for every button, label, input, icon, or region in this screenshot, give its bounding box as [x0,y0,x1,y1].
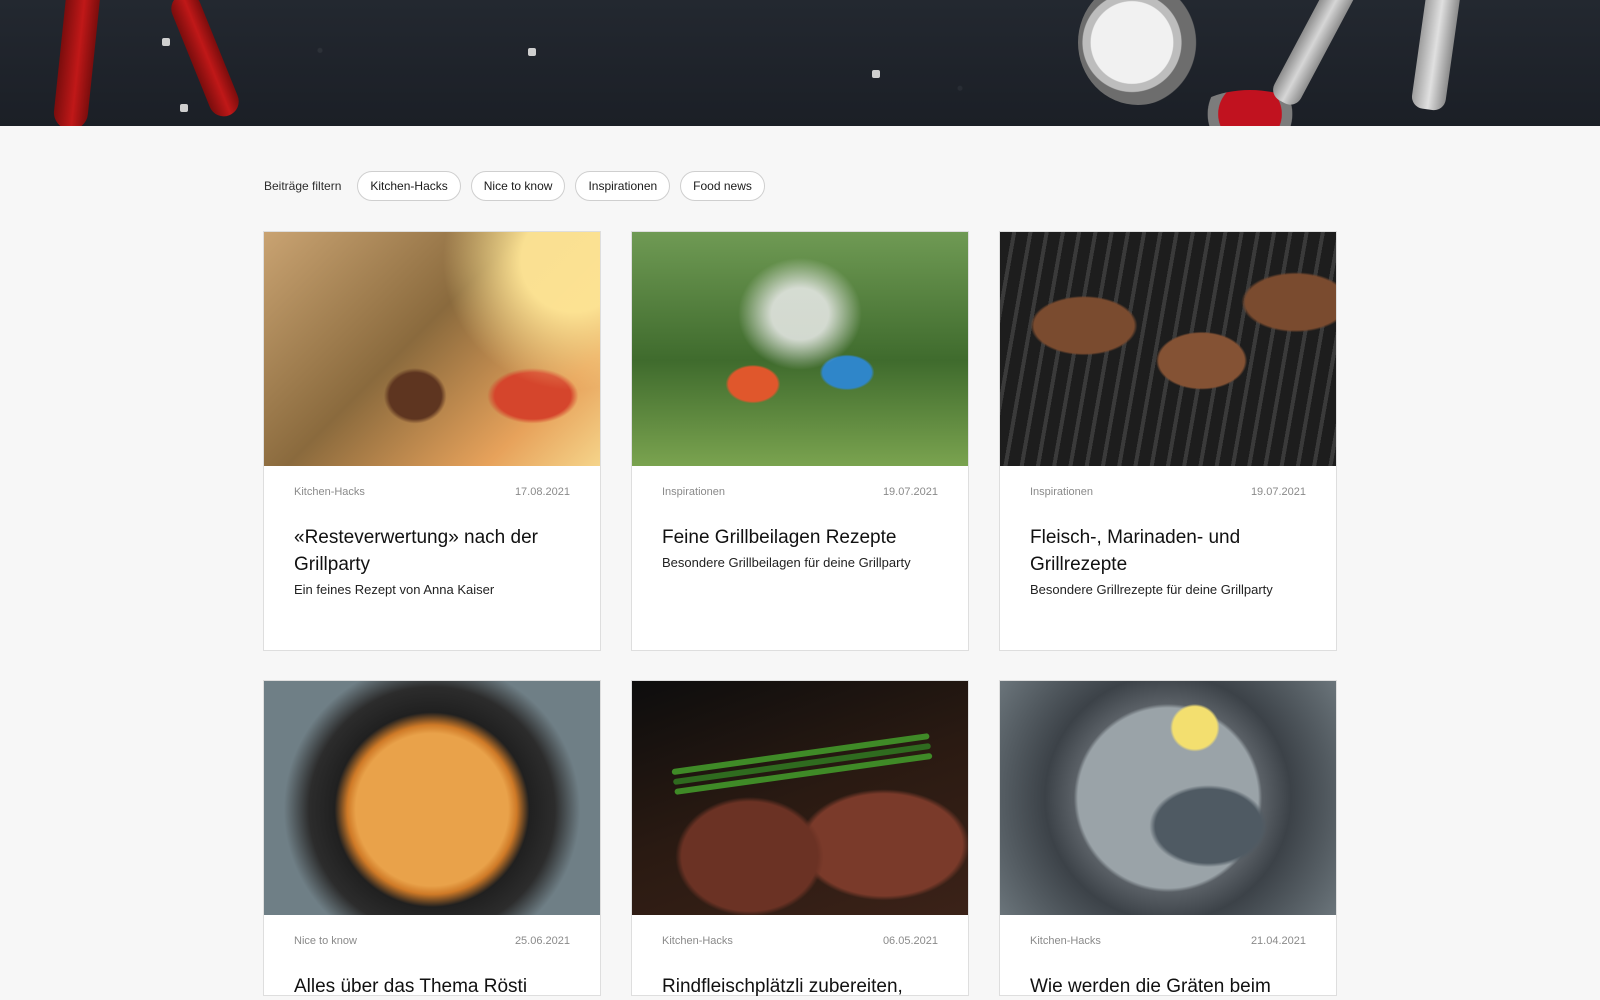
hero-banner [0,0,1600,126]
article-category: Inspirationen [1030,486,1093,498]
article-title[interactable]: «Resteverwertung» nach der Grillparty [294,524,570,578]
article-subtitle: Besondere Grillbeilagen für deine Grillp… [662,555,911,570]
article-card[interactable]: Kitchen-Hacks 06.05.2021 Rindfleischplät… [631,680,969,997]
article-date: 19.07.2021 [882,486,938,498]
article-category: Nice to know [294,935,357,947]
article-title[interactable]: Feine Grillbeilagen Rezepte [662,524,938,551]
salt-crumb [528,48,536,56]
article-date: 21.04.2021 [1250,935,1306,947]
filter-chip-nice-to-know[interactable]: Nice to know [470,171,566,201]
chili-image [166,0,244,121]
article-image[interactable] [632,232,968,466]
filter-label: Beiträge filtern [264,179,342,193]
article-card[interactable]: Inspirationen 19.07.2021 Feine Grillbeil… [631,231,969,651]
salt-crumb [162,38,170,46]
article-date: 17.08.2021 [514,486,570,498]
article-card[interactable]: Kitchen-Hacks 17.08.2021 «Resteverwertun… [263,231,601,651]
salt-crumb [872,70,880,78]
filter-chip-kitchen-hacks[interactable]: Kitchen-Hacks [357,171,461,201]
article-image[interactable] [1000,681,1336,915]
article-category: Kitchen-Hacks [294,486,365,498]
article-title[interactable]: Fleisch-, Marinaden- und Grillrezepte [1030,524,1306,578]
spoon-handle-image [1268,0,1362,109]
article-image[interactable] [264,232,600,466]
article-image[interactable] [264,681,600,915]
article-card[interactable]: Inspirationen 19.07.2021 Fleisch-, Marin… [999,231,1337,651]
article-category: Kitchen-Hacks [662,935,733,947]
article-card[interactable]: Nice to know 25.06.2021 Alles über das T… [263,680,601,997]
filter-bar: Beiträge filtern Kitchen-Hacks Nice to k… [264,170,765,202]
article-image[interactable] [1000,232,1336,466]
chili-image [52,0,102,126]
article-subtitle: Ein feines Rezept von Anna Kaiser [294,582,495,597]
article-category: Inspirationen [662,486,725,498]
knife-image [1410,0,1464,112]
salt-bowl-image [1078,0,1198,105]
article-date: 19.07.2021 [1250,486,1306,498]
salt-crumb [180,104,188,112]
article-date: 25.06.2021 [514,935,570,947]
article-card[interactable]: Kitchen-Hacks 21.04.2021 Wie werden die … [999,680,1337,997]
rosemary-decoration [672,742,932,786]
filter-chip-food-news[interactable]: Food news [680,171,765,201]
article-date: 06.05.2021 [882,935,938,947]
article-subtitle: Besondere Grillrezepte für deine Grillpa… [1030,582,1273,597]
article-category: Kitchen-Hacks [1030,935,1101,947]
filter-chip-inspirationen[interactable]: Inspirationen [575,171,671,201]
article-image[interactable] [632,681,968,915]
